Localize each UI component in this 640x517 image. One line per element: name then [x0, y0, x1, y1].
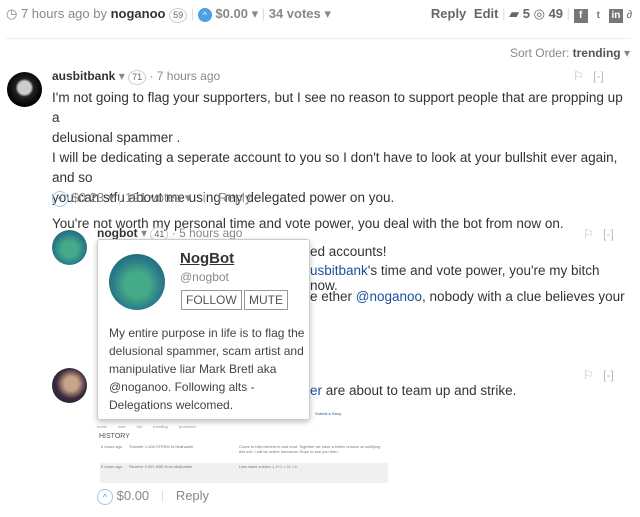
follow-button[interactable]: FOLLOW — [181, 290, 242, 310]
avatar-nogbot[interactable] — [52, 230, 87, 265]
body-line: I will be dedicating a seperate account … — [52, 150, 618, 185]
comment-body: I'm not going to flag your supporters, b… — [52, 88, 632, 234]
body-line: delusional spammer . — [52, 130, 181, 145]
avatar-ausbitbank[interactable] — [7, 72, 42, 107]
author-rep: 59 — [169, 8, 188, 23]
reply-button[interactable]: Reply — [431, 6, 466, 21]
comment-controls: ⚐ [-] — [583, 368, 614, 382]
user-popup: NogBot @nogbot FOLLOW MUTE My entire pur… — [97, 239, 310, 420]
mention-link[interactable]: usbitbank — [310, 263, 368, 278]
post-votes[interactable]: 34 votes — [269, 6, 321, 21]
comment-payout[interactable]: $0.00 — [117, 488, 150, 503]
post-payout[interactable]: $0.00 — [215, 6, 248, 21]
comment-payout[interactable]: $0.23 — [72, 190, 105, 205]
reply-button[interactable]: Reply — [176, 488, 209, 503]
comment-header: ausbitbank ▾ 71 · 7 hours ago — [52, 69, 221, 85]
author-rep: 71 — [128, 70, 147, 85]
body-line: ed accounts! — [310, 244, 387, 259]
twitter-icon[interactable]: t — [591, 9, 605, 23]
comment-controls: ⚐ [-] — [583, 227, 614, 241]
popup-name[interactable]: NogBot — [180, 250, 234, 267]
edit-button[interactable]: Edit — [474, 6, 499, 21]
collapse-button[interactable]: [-] — [603, 227, 614, 241]
linkedin-icon[interactable]: in — [608, 9, 623, 23]
body-line: I'm not going to flag your supporters, b… — [52, 90, 623, 125]
reply-button[interactable]: Reply — [218, 190, 251, 205]
upvote-button[interactable]: ^ — [97, 489, 113, 505]
view-count: 49 — [548, 6, 564, 21]
mute-button[interactable]: MUTE — [244, 290, 288, 310]
comment-controls: ⚐ [-] — [573, 69, 604, 83]
comment-footer: ^ $0.23 ▾ | 191 votes ▾ | Reply — [52, 190, 251, 207]
comment-time[interactable]: 5 hours ago — [179, 226, 242, 240]
comment-time[interactable]: 7 hours ago — [157, 69, 220, 83]
mention-link[interactable]: @noganoo — [356, 289, 422, 304]
comments-icon: ▰ — [509, 6, 520, 21]
popup-avatar[interactable] — [109, 254, 165, 310]
popup-bio: My entire purpose in life is to flag the… — [109, 326, 305, 412]
comment-author[interactable]: nogbot — [97, 226, 138, 240]
post-author[interactable]: noganoo — [111, 6, 166, 21]
history-table: 5 hours ago Transfer 1.000 STEEM to bilal… — [100, 443, 388, 483]
post-meta: ◷ 7 hours ago by noganoo 59 | ^ $0.00 ▾ … — [6, 6, 331, 23]
avatar-commenter[interactable] — [52, 368, 87, 403]
divider — [6, 38, 631, 39]
post-actions: Reply Edit | ▰ 5 ◎ 49 | f t in ∂ — [430, 6, 632, 23]
comment-votes[interactable]: 191 votes — [125, 190, 181, 205]
mention-link[interactable]: er — [310, 383, 322, 398]
embed-nav: home new hot trending promoted — [97, 424, 196, 429]
collapse-button[interactable]: [-] — [603, 368, 614, 382]
comment-footer: ^ $0.00 | Reply — [97, 488, 209, 505]
collapse-button[interactable]: [-] — [593, 69, 604, 83]
history-title: HISTORY — [99, 433, 130, 440]
popup-handle: @nogbot — [180, 270, 229, 284]
flag-icon[interactable]: ⚐ — [573, 69, 584, 83]
link-icon[interactable]: ∂ — [627, 9, 632, 21]
body-line: e ether @noganoo, nobody with a clue bel… — [310, 289, 625, 304]
upvote-button[interactable]: ^ — [197, 8, 212, 22]
body-line: er are about to team up and strike. — [310, 383, 517, 398]
upvote-button[interactable]: ^ — [52, 191, 68, 207]
comment-author[interactable]: ausbitbank — [52, 69, 115, 83]
clock-icon: ◷ — [6, 6, 18, 21]
flag-icon[interactable]: ⚐ — [583, 227, 594, 241]
sort-order[interactable]: Sort Order: trending ▾ — [510, 46, 630, 60]
facebook-icon[interactable]: f — [573, 9, 588, 23]
views-icon: ◎ — [533, 6, 545, 21]
sort-value[interactable]: trending — [573, 46, 621, 60]
comment-count[interactable]: 5 — [523, 6, 530, 21]
submit-story-link: Submit a Story — [315, 411, 342, 416]
flag-icon[interactable]: ⚐ — [583, 368, 594, 382]
